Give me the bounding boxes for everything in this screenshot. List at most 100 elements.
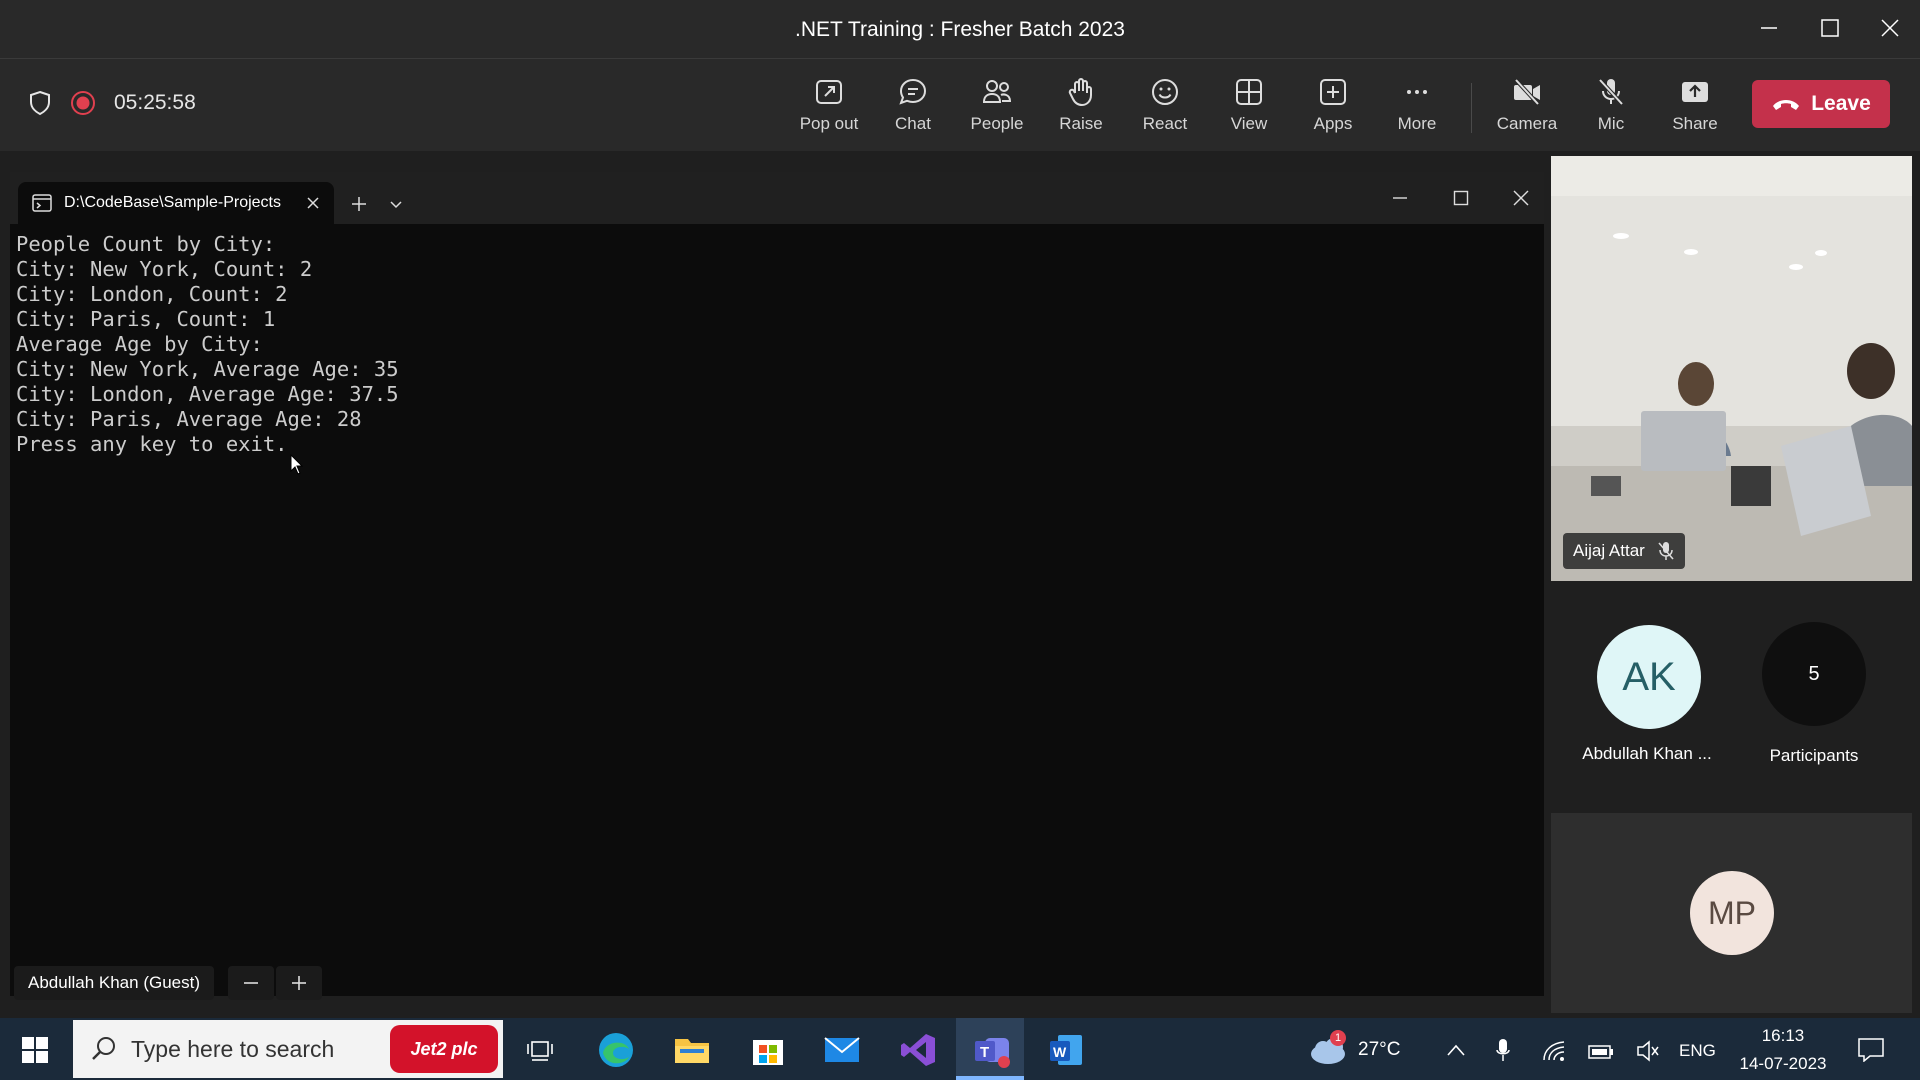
- weather-temperature[interactable]: 27°C: [1358, 1039, 1400, 1061]
- react-button[interactable]: React: [1124, 72, 1206, 142]
- terminal-minimize-icon[interactable]: [1392, 190, 1408, 206]
- search-placeholder: Type here to search: [131, 1035, 335, 1062]
- store-taskbar-button[interactable]: [748, 1030, 788, 1070]
- leave-label: Leave: [1811, 92, 1871, 115]
- search-highlight-badge[interactable]: Jet2 plc: [390, 1025, 498, 1073]
- edge-icon: [599, 1033, 633, 1067]
- tab-close-icon[interactable]: [306, 196, 320, 210]
- terminal-tab[interactable]: D:\CodeBase\Sample-Projects: [18, 182, 334, 224]
- chat-button[interactable]: Chat: [872, 72, 954, 142]
- participant-video-tile[interactable]: Aijaj Attar: [1551, 156, 1912, 581]
- terminal-line: City: London, Average Age: 37.5: [16, 382, 399, 406]
- meeting-timer: 05:25:58: [114, 91, 196, 114]
- close-icon: [1881, 19, 1899, 37]
- folder-icon: [675, 1039, 709, 1063]
- phone-hangup-icon: [1773, 100, 1800, 110]
- terminal-line: City: London, Count: 2: [16, 282, 288, 306]
- microphone-icon[interactable]: [1496, 1038, 1510, 1062]
- view-icon: [1236, 79, 1262, 105]
- mic-label: Mic: [1597, 114, 1625, 133]
- terminal-icon: [32, 194, 52, 212]
- window-title: .NET Training : Fresher Batch 2023: [795, 18, 1125, 41]
- chat-icon: [899, 78, 927, 105]
- word-taskbar-button[interactable]: W: [1046, 1030, 1086, 1070]
- minimize-button[interactable]: [1747, 10, 1791, 46]
- notifications-icon[interactable]: [1858, 1038, 1884, 1062]
- battery-icon[interactable]: [1588, 1042, 1614, 1060]
- pop-out-label: Pop out: [799, 114, 859, 133]
- zoom-in-button[interactable]: [276, 966, 322, 1000]
- mouse-cursor-icon: [290, 454, 304, 475]
- terminal-line: City: New York, Count: 2: [16, 257, 313, 281]
- pop-out-icon: [816, 80, 842, 104]
- windows-start-icon[interactable]: [22, 1037, 48, 1063]
- mic-button[interactable]: Mic: [1570, 72, 1652, 142]
- raise-hand-icon: [1068, 78, 1092, 107]
- raise-label: Raise: [1059, 114, 1103, 133]
- chevron-down-icon[interactable]: [389, 200, 403, 210]
- store-icon: [753, 1040, 783, 1065]
- avatar-ak[interactable]: AK: [1597, 625, 1701, 729]
- chevron-up-icon[interactable]: [1446, 1043, 1466, 1057]
- camera-button[interactable]: Camera: [1486, 72, 1568, 142]
- shield-icon[interactable]: [28, 90, 52, 116]
- meeting-info: 05:25:58: [28, 90, 196, 116]
- participants-count: 5: [1808, 662, 1820, 685]
- participant-video-feed: [1551, 156, 1912, 581]
- zoom-out-button[interactable]: [228, 966, 274, 1000]
- terminal-maximize-icon[interactable]: [1453, 190, 1469, 206]
- raise-hand-button[interactable]: Raise: [1040, 72, 1122, 142]
- camera-label: Camera: [1496, 114, 1558, 133]
- wifi-icon[interactable]: [1542, 1040, 1566, 1062]
- file-explorer-taskbar-button[interactable]: [672, 1030, 712, 1070]
- participant-name: Aijaj Attar: [1573, 541, 1645, 560]
- participants-label: Participants: [1769, 746, 1859, 765]
- close-window-button[interactable]: [1868, 10, 1912, 46]
- svg-text:T: T: [980, 1044, 989, 1061]
- volume-muted-icon[interactable]: [1636, 1040, 1660, 1062]
- participant-tile-mp[interactable]: MP: [1551, 813, 1912, 1013]
- recording-icon: [71, 91, 95, 115]
- pop-out-button[interactable]: Pop out: [788, 72, 870, 142]
- terminal-close-icon[interactable]: [1513, 190, 1529, 206]
- terminal-line: Average Age by City:: [16, 332, 263, 356]
- presenter-name-tag: Abdullah Khan (Guest): [14, 966, 214, 1000]
- mic-off-icon: [1598, 78, 1624, 106]
- maximize-button[interactable]: [1808, 10, 1852, 46]
- participants-count-button[interactable]: 5: [1762, 622, 1866, 726]
- clock-time[interactable]: 16:13: [1738, 1026, 1828, 1046]
- minus-icon: [244, 982, 258, 984]
- avatar-initials: MP: [1708, 894, 1756, 931]
- apps-button[interactable]: Apps: [1292, 72, 1374, 142]
- teams-taskbar-button[interactable]: T: [972, 1030, 1012, 1070]
- leave-button[interactable]: Leave: [1752, 80, 1890, 128]
- new-tab-icon[interactable]: [351, 196, 367, 212]
- task-view-button[interactable]: [520, 1030, 560, 1070]
- react-label: React: [1142, 114, 1188, 133]
- search-icon: [92, 1037, 115, 1060]
- teams-icon: T: [975, 1038, 1010, 1068]
- mail-taskbar-button[interactable]: [822, 1030, 862, 1070]
- view-button[interactable]: View: [1208, 72, 1290, 142]
- apps-icon: [1320, 79, 1346, 105]
- input-language[interactable]: ENG: [1679, 1041, 1716, 1061]
- terminal-line: City: Paris, Average Age: 28: [16, 407, 362, 431]
- teams-active-indicator: [956, 1076, 1024, 1080]
- word-icon: W: [1050, 1035, 1082, 1065]
- more-button[interactable]: More: [1376, 72, 1458, 142]
- svg-text:W: W: [1053, 1044, 1067, 1060]
- people-button[interactable]: People: [956, 72, 1038, 142]
- toolbar-separator: [1471, 83, 1472, 133]
- edge-taskbar-button[interactable]: [596, 1030, 636, 1070]
- avatar-initials: AK: [1622, 654, 1676, 699]
- share-button[interactable]: Share: [1654, 72, 1736, 142]
- task-view-icon: [527, 1041, 553, 1061]
- clock-date[interactable]: 14-07-2023: [1730, 1054, 1836, 1074]
- chat-label: Chat: [895, 114, 931, 133]
- visual-studio-taskbar-button[interactable]: [898, 1030, 938, 1070]
- people-icon: [982, 80, 1012, 103]
- terminal-tab-title: D:\CodeBase\Sample-Projects: [64, 194, 281, 211]
- terminal-output: People Count by City: City: New York, Cou…: [16, 232, 399, 457]
- terminal-tab-bar: D:\CodeBase\Sample-Projects: [10, 172, 1544, 224]
- maximize-icon: [1821, 19, 1839, 37]
